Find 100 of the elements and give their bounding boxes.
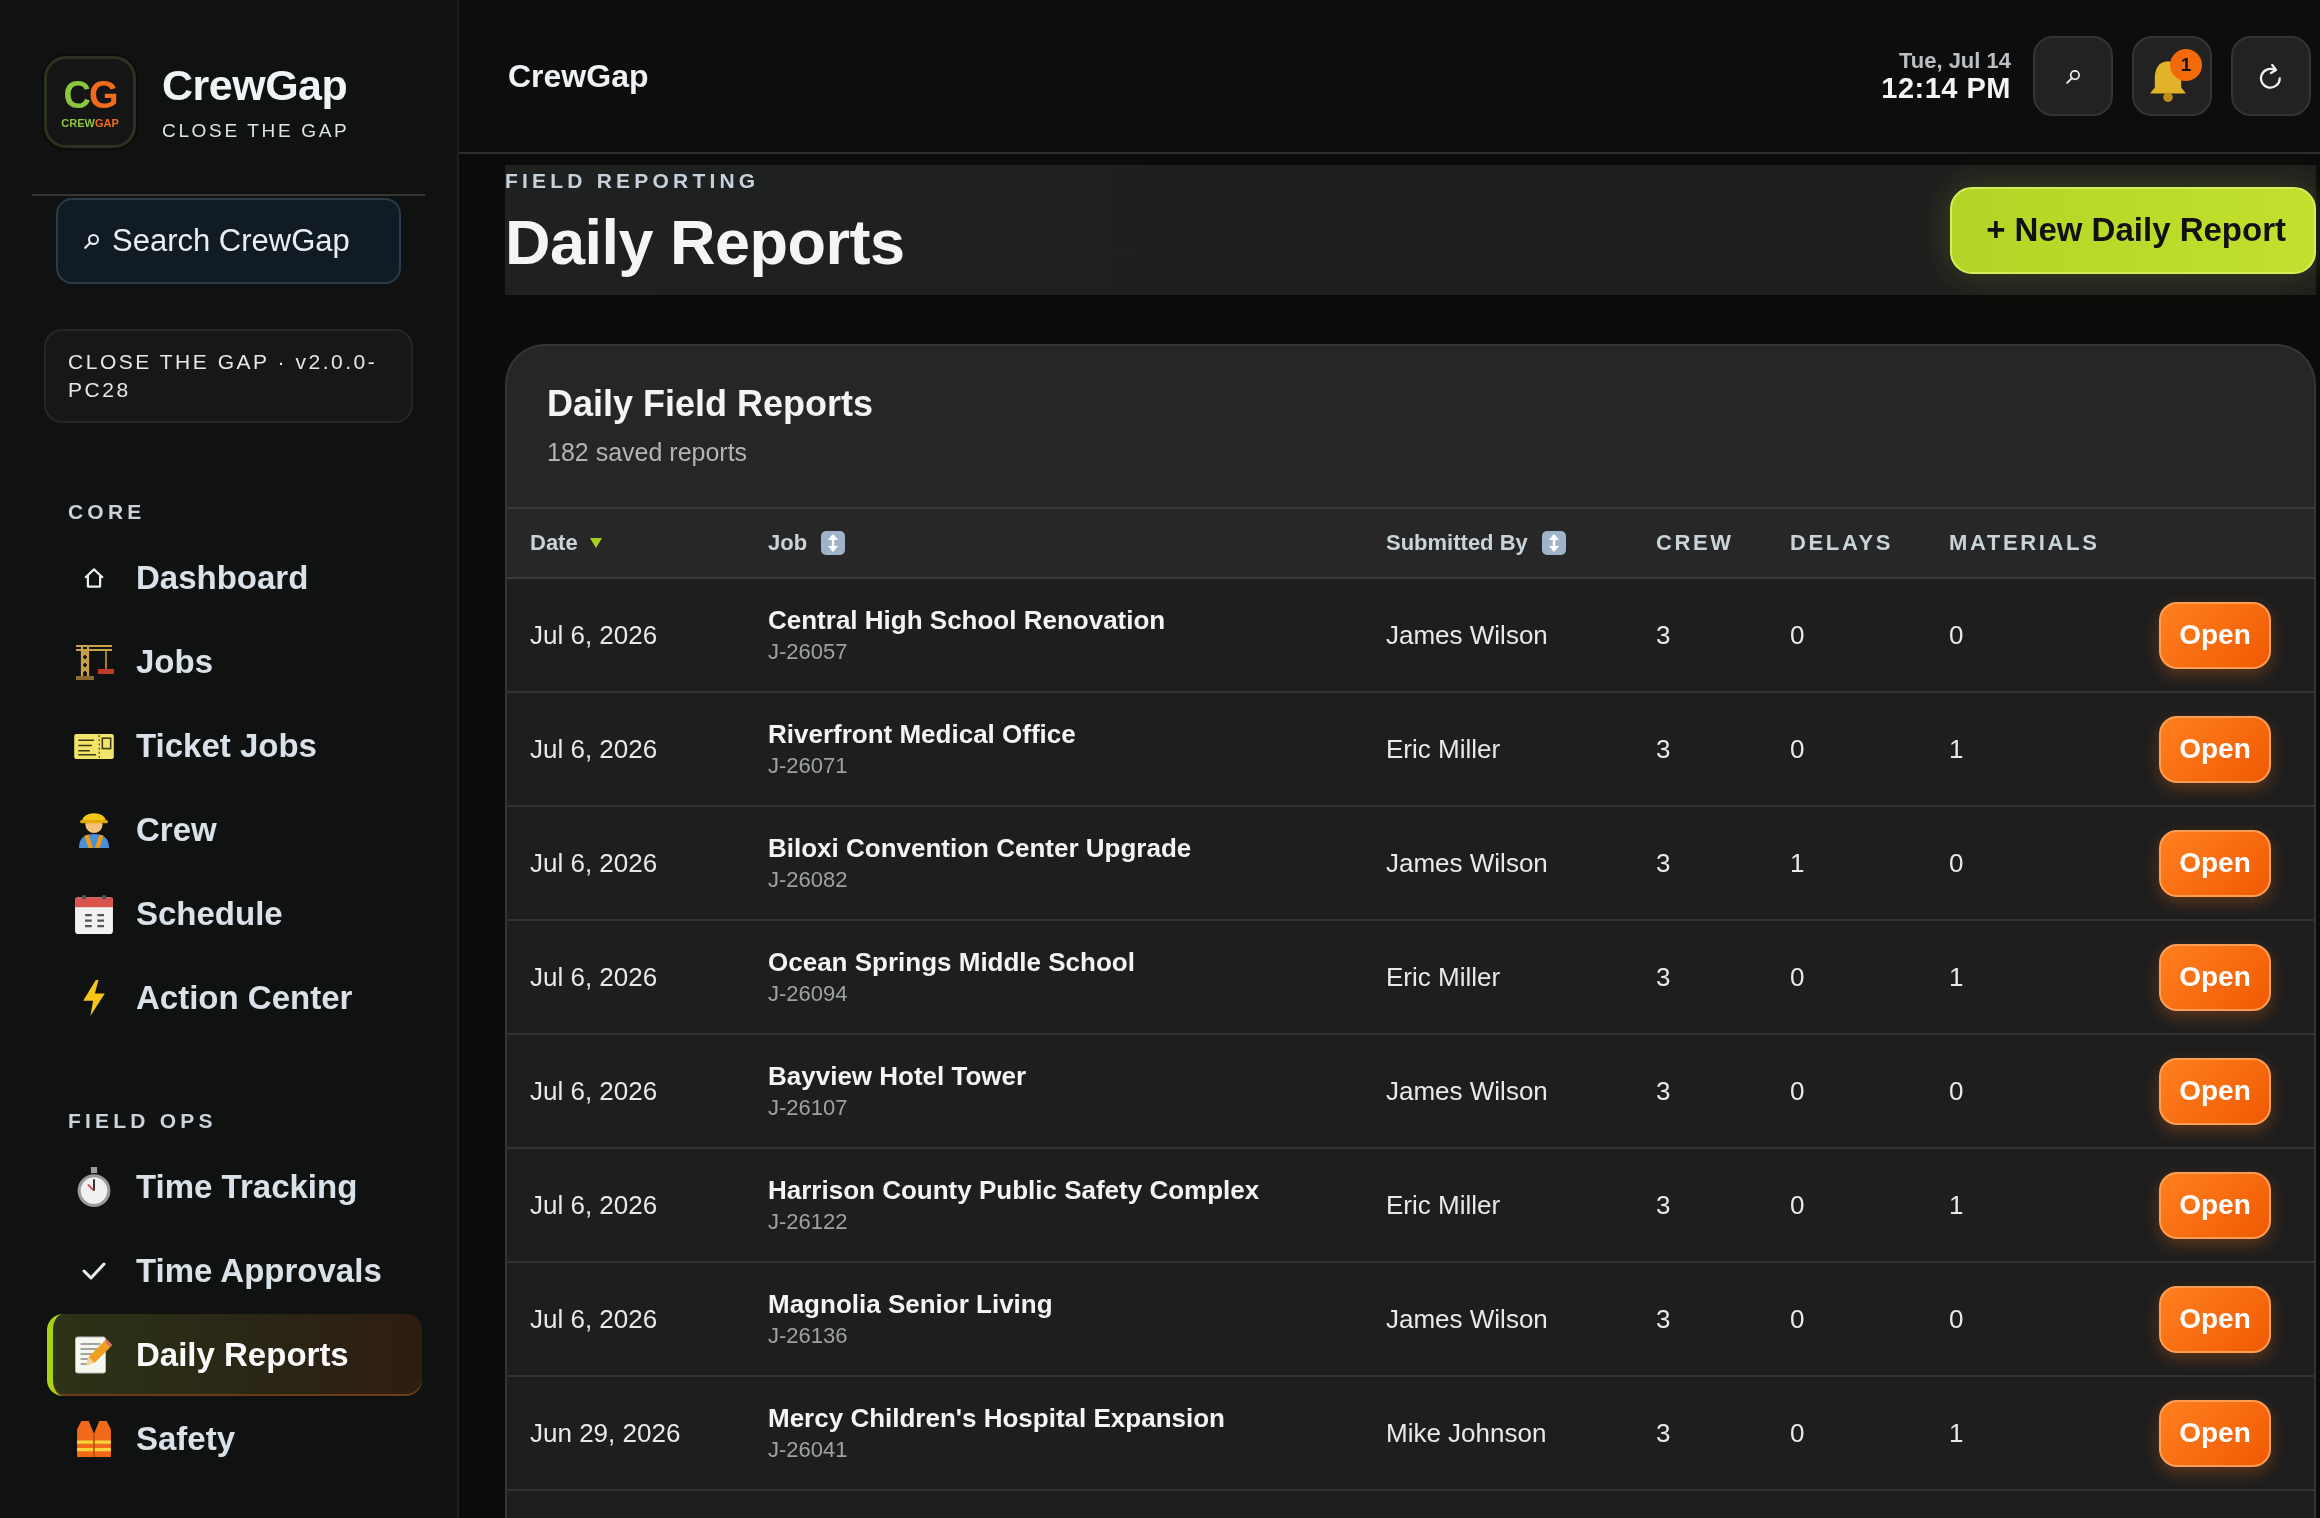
table-cell: Jul 6, 2026 <box>530 847 658 879</box>
column-header[interactable]: Submitted By <box>1386 530 1528 556</box>
table-cell: 3 <box>1656 1417 1671 1449</box>
nav-item[interactable]: Time Approvals <box>47 1230 422 1312</box>
nav-item[interactable]: Dashboard <box>47 537 422 619</box>
brand-name: CrewGap <box>162 61 348 110</box>
job-id: J-26071 <box>768 753 848 779</box>
nav-item[interactable]: Ticket Jobs <box>47 705 422 787</box>
table-cell: 0 <box>1790 619 1805 651</box>
date-label: Tue, Jul 14 <box>1898 49 2011 73</box>
lightning-icon <box>83 980 105 1016</box>
column-header[interactable]: Date <box>530 530 578 556</box>
memo-pencil-icon <box>75 1336 113 1374</box>
nav-section-heading: CORE <box>68 500 146 524</box>
table-cell: 0 <box>1949 1075 1964 1107</box>
card-subtitle: 182 saved reports <box>547 437 748 467</box>
nav-item[interactable]: Action Center <box>47 957 422 1039</box>
table-cell: Jun 29, 2026 <box>530 1417 681 1449</box>
table-cell: 0 <box>1790 1075 1805 1107</box>
logo-word: GAP <box>94 117 119 129</box>
crane-icon <box>74 644 114 680</box>
job-id: J-26122 <box>768 1209 848 1235</box>
table-cell: James Wilson <box>1386 847 1548 879</box>
table-cell: 0 <box>1949 847 1964 879</box>
table-cell: 0 <box>1949 619 1964 651</box>
refresh-icon <box>2259 63 2283 89</box>
safety-vest-icon <box>77 1421 111 1457</box>
table-cell: 3 <box>1656 1189 1671 1221</box>
job-name: Bayview Hotel Tower <box>768 1061 1027 1091</box>
page-title: Daily Reports <box>505 206 905 278</box>
table-cell: 1 <box>1949 1189 1964 1221</box>
table-cell: James Wilson <box>1386 1303 1548 1335</box>
brand-tagline: CLOSE THE GAP <box>162 121 350 143</box>
table-cell: Eric Miller <box>1386 961 1501 993</box>
worker-icon <box>79 812 109 848</box>
table-cell: James Wilson <box>1386 1075 1548 1107</box>
job-id: J-26094 <box>768 981 848 1007</box>
job-id: J-26057 <box>768 639 848 665</box>
nav-item[interactable]: Jobs <box>47 621 422 703</box>
table-cell: Eric Miller <box>1386 733 1501 765</box>
table-cell: 3 <box>1656 961 1671 993</box>
table-cell: Mike Johnson <box>1386 1417 1547 1449</box>
table-cell: Jul 6, 2026 <box>530 1189 658 1221</box>
table-cell: Jul 6, 2026 <box>530 619 658 651</box>
calendar-icon <box>75 894 113 934</box>
house-icon <box>84 568 104 588</box>
nav-item[interactable]: Time Tracking <box>47 1146 422 1228</box>
check-icon <box>82 1261 106 1281</box>
table-cell: 0 <box>1790 1303 1805 1335</box>
table-cell: 0 <box>1790 1417 1805 1449</box>
page-eyebrow: FIELD REPORTING <box>505 170 760 192</box>
job-name: Harrison County Public Safety Complex <box>768 1175 1260 1205</box>
new-daily-report-button[interactable]: + New Daily Report <box>1950 186 2316 274</box>
column-header: MATERIALS <box>1949 530 2100 556</box>
table-cell: 0 <box>1949 1303 1964 1335</box>
job-id: J-26136 <box>768 1323 848 1349</box>
nav-section-heading: FIELD OPS <box>68 1109 217 1133</box>
column-header: DELAYS <box>1790 530 1894 556</box>
logo-letter: C <box>63 75 89 114</box>
table-cell: Eric Miller <box>1386 1189 1501 1221</box>
nav-item[interactable]: Daily Reports <box>47 1314 422 1396</box>
nav-item[interactable]: Schedule <box>47 873 422 955</box>
notifications-button[interactable]: 1 <box>2132 36 2212 116</box>
search-icon <box>84 233 100 249</box>
card-title: Daily Field Reports <box>547 383 874 425</box>
column-header[interactable]: Job <box>768 530 808 556</box>
table-cell: Jul 6, 2026 <box>530 733 658 765</box>
table-cell: 3 <box>1656 733 1671 765</box>
stopwatch-icon <box>77 1167 111 1207</box>
job-name: Mercy Children's Hospital Expansion <box>768 1403 1225 1433</box>
job-id: J-26107 <box>768 1095 848 1121</box>
table-cell: 0 <box>1790 733 1805 765</box>
column-header: CREW <box>1656 530 1734 556</box>
table-cell: 1 <box>1949 1417 1964 1449</box>
job-name: Magnolia Senior Living <box>768 1289 1053 1319</box>
table-cell: Jul 6, 2026 <box>530 961 658 993</box>
version-card: CLOSE THE GAP · v2.0.0-PC28 <box>44 329 413 423</box>
nav-item[interactable]: Safety <box>47 1398 422 1480</box>
job-id: J-26082 <box>768 867 848 893</box>
table-cell: 0 <box>1790 1189 1805 1221</box>
table-cell: 3 <box>1656 847 1671 879</box>
table-cell: 0 <box>1790 961 1805 993</box>
search-icon <box>2065 68 2081 84</box>
search-field[interactable]: Search CrewGap <box>56 198 401 284</box>
table-cell: Jul 6, 2026 <box>530 1075 658 1107</box>
job-name: Biloxi Convention Center Upgrade <box>768 833 1192 863</box>
table-cell: Jul 6, 2026 <box>530 1303 658 1335</box>
job-id: J-26041 <box>768 1437 848 1463</box>
table-cell: 1 <box>1949 961 1964 993</box>
logo-letter: G <box>88 75 117 114</box>
nav-item[interactable]: Crew <box>47 789 422 871</box>
table-cell: 3 <box>1656 1075 1671 1107</box>
job-name: Riverfront Medical Office <box>768 719 1076 749</box>
app-title: CrewGap <box>508 57 649 95</box>
table-cell: 3 <box>1656 619 1671 651</box>
job-name: Ocean Springs Middle School <box>768 947 1135 977</box>
logo-word: CREW <box>61 117 95 129</box>
refresh-button[interactable] <box>2231 36 2311 116</box>
job-name: Central High School Renovation <box>768 605 1166 635</box>
ticket-icon <box>74 733 114 759</box>
